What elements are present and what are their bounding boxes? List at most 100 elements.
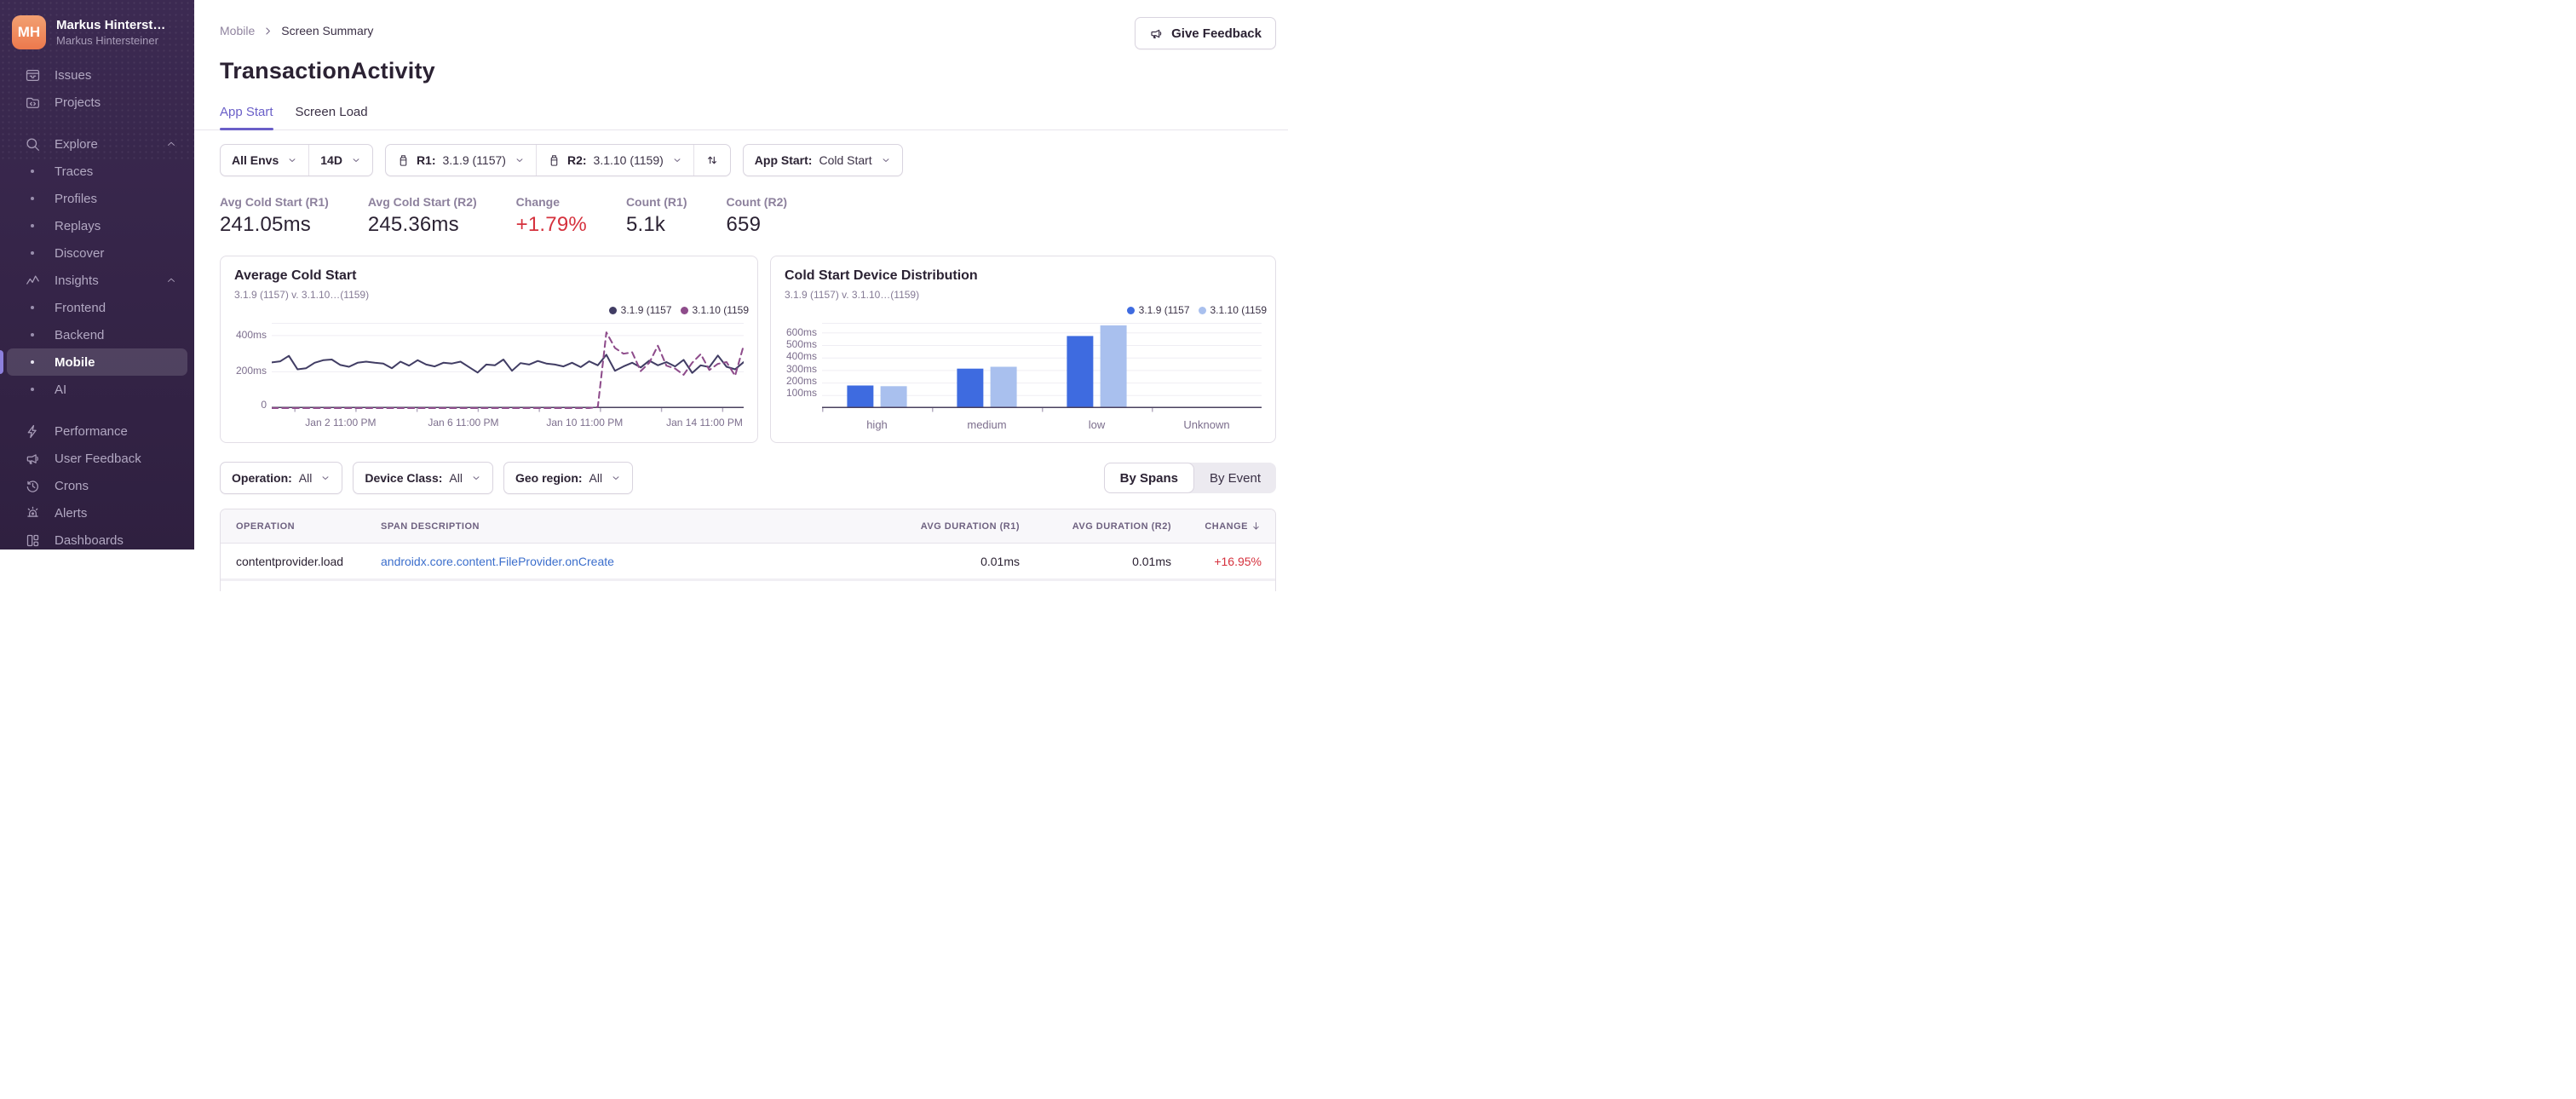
user-names: Markus Hinterst… Markus Hintersteiner (56, 18, 165, 47)
bullet-icon (22, 251, 43, 255)
sidebar-item-label: AI (55, 382, 67, 397)
tab-app-start[interactable]: App Start (220, 105, 273, 130)
sidebar-item-label: Issues (55, 67, 92, 83)
metric-value: 5.1k (625, 213, 666, 236)
org-user-switcher[interactable]: MH Markus Hinterst… Markus Hintersteiner (0, 0, 194, 61)
device-class-filter[interactable]: Device Class: All (354, 463, 492, 493)
chart-title: Cold Start Device Distribution (785, 268, 978, 283)
span-description-link[interactable]: androidx.core.content.FileProvider.onCre… (381, 555, 614, 568)
y-tick: 400ms (785, 350, 817, 362)
app-start-type-label: App Start: (754, 153, 813, 167)
sidebar-item-label: Alerts (55, 505, 88, 521)
sidebar-item-crons[interactable]: Crons (0, 472, 194, 499)
sidebar-item-label: Replays (55, 218, 101, 233)
table-row[interactable]: contentprovider.load androidx.core.conte… (221, 544, 1275, 581)
y-tick: 0 (261, 399, 267, 411)
breadcrumb-current: Screen Summary (281, 24, 374, 37)
sidebar-item-projects[interactable]: Projects (0, 89, 194, 116)
breadcrumb-mobile-link[interactable]: Mobile (220, 24, 255, 37)
metric-label: Avg Cold Start (R2) (367, 195, 477, 209)
metric-avg-cold-start-r1: Avg Cold Start (R1) 241.05ms (220, 195, 329, 237)
sidebar-item-issues[interactable]: Issues (0, 61, 194, 89)
metric-label: Change (515, 195, 560, 209)
legend-label: 3.1.9 (1157 (620, 304, 672, 316)
pulse-icon (22, 273, 43, 289)
bar-chart-plot: 600ms 500ms 400ms 300ms 200ms 100ms (785, 323, 1262, 413)
tab-screen-load[interactable]: Screen Load (296, 105, 368, 129)
sidebar-item-label: Frontend (55, 300, 106, 315)
column-operation[interactable]: OPERATION (221, 521, 381, 532)
sidebar-item-dashboards[interactable]: Dashboards (0, 526, 194, 550)
chart-title: Average Cold Start (234, 268, 357, 283)
column-span-description[interactable]: SPAN DESCRIPTION (381, 521, 868, 532)
operation-filter-label: Operation: (232, 471, 292, 485)
sidebar-item-traces[interactable]: Traces (0, 158, 194, 185)
release-r2-selector[interactable]: R2: 3.1.10 (1159) (535, 145, 693, 175)
sidebar-item-label: Dashboards (55, 532, 124, 548)
sidebar-group-explore[interactable]: Explore (0, 130, 194, 158)
bar-chart-area[interactable] (822, 323, 1262, 413)
sidebar-item-backend[interactable]: Backend (0, 321, 194, 348)
date-range-filter[interactable]: 14D (308, 145, 372, 175)
swap-arrows-icon (705, 153, 719, 167)
bullet-icon (22, 333, 43, 337)
user-subtitle: Markus Hintersteiner (56, 34, 158, 47)
chevron-down-icon (515, 155, 525, 165)
y-tick: 600ms (785, 326, 817, 338)
view-toggle-by-spans[interactable]: By Spans (1103, 463, 1194, 493)
bullet-icon (22, 170, 43, 173)
sidebar-item-profiles[interactable]: Profiles (0, 185, 194, 212)
swap-releases-button[interactable] (693, 145, 730, 175)
operation-filter[interactable]: Operation: All (221, 463, 342, 493)
legend-dot (1198, 306, 1206, 314)
chevron-down-icon (287, 155, 297, 165)
chevron-down-icon (611, 473, 621, 483)
column-avg-duration-r2[interactable]: AVG DURATION (R2) (1020, 521, 1171, 532)
x-tick: Jan 14 11:00 PM (666, 417, 743, 429)
sidebar-item-frontend[interactable]: Frontend (0, 294, 194, 321)
sidebar-item-label: Traces (55, 164, 94, 179)
table-row-partial (221, 581, 1275, 591)
sidebar-item-performance[interactable]: Performance (0, 417, 194, 445)
legend-item-r2: 3.1.10 (1159 (1198, 304, 1267, 316)
metric-label: Count (R2) (726, 195, 788, 209)
metric-label: Count (R1) (625, 195, 687, 209)
app-start-type-value: Cold Start (819, 153, 872, 167)
x-axis-labels: Jan 2 11:00 PM Jan 6 11:00 PM Jan 10 11:… (272, 417, 744, 434)
sidebar-item-ai[interactable]: AI (0, 376, 194, 403)
sidebar-group-insights[interactable]: Insights (0, 267, 194, 294)
chevron-down-icon (351, 155, 361, 165)
environment-filter[interactable]: All Envs (221, 145, 308, 175)
sidebar-item-alerts[interactable]: Alerts (0, 499, 194, 526)
give-feedback-button[interactable]: Give Feedback (1135, 17, 1276, 49)
sidebar-item-label: Crons (55, 478, 89, 493)
megaphone-icon (1149, 26, 1164, 41)
app-start-type-filter[interactable]: App Start: Cold Start (744, 145, 902, 175)
content: All Envs 14D R1: 3.1.9 (1157) R2: 3.1.10… (194, 130, 1288, 591)
line-chart-area[interactable] (272, 323, 744, 413)
env-period-group: All Envs 14D (220, 144, 373, 176)
legend-item-r2: 3.1.10 (1159 (680, 304, 749, 316)
sidebar-item-replays[interactable]: Replays (0, 212, 194, 239)
view-toggle-by-event[interactable]: By Event (1194, 463, 1276, 493)
column-avg-duration-r1[interactable]: AVG DURATION (R1) (868, 521, 1020, 532)
sidebar-item-label: Backend (55, 327, 105, 342)
app-root: MH Markus Hinterst… Markus Hintersteiner… (0, 0, 1288, 591)
y-axis-labels: 600ms 500ms 400ms 300ms 200ms 100ms (785, 323, 822, 413)
chart-legend: 3.1.9 (1157 3.1.10 (1159 (1126, 304, 1267, 316)
metric-count-r2: Count (R2) 659 (726, 195, 787, 237)
user-name: Markus Hinterst… (56, 18, 166, 32)
sidebar-item-discover[interactable]: Discover (0, 239, 194, 267)
column-change[interactable]: CHANGE (1171, 521, 1275, 532)
category-label: Unknown (1183, 418, 1230, 431)
sidebar-item-mobile[interactable]: Mobile (7, 348, 187, 376)
page-title: TransactionActivity (220, 58, 435, 83)
sidebar-item-user-feedback[interactable]: User Feedback (0, 445, 194, 472)
release-r1-selector[interactable]: R1: 3.1.9 (1157) (386, 145, 536, 175)
cell-avg-duration-r1: 0.01ms (980, 554, 1020, 568)
device-class-filter-value: All (449, 471, 463, 485)
cell-avg-duration-r2: 0.01ms (1132, 554, 1171, 568)
geo-region-filter[interactable]: Geo region: All (504, 463, 632, 493)
category-label: high (866, 418, 888, 431)
span-filter-row: Operation: All Device Class: All Geo reg… (220, 462, 1276, 494)
